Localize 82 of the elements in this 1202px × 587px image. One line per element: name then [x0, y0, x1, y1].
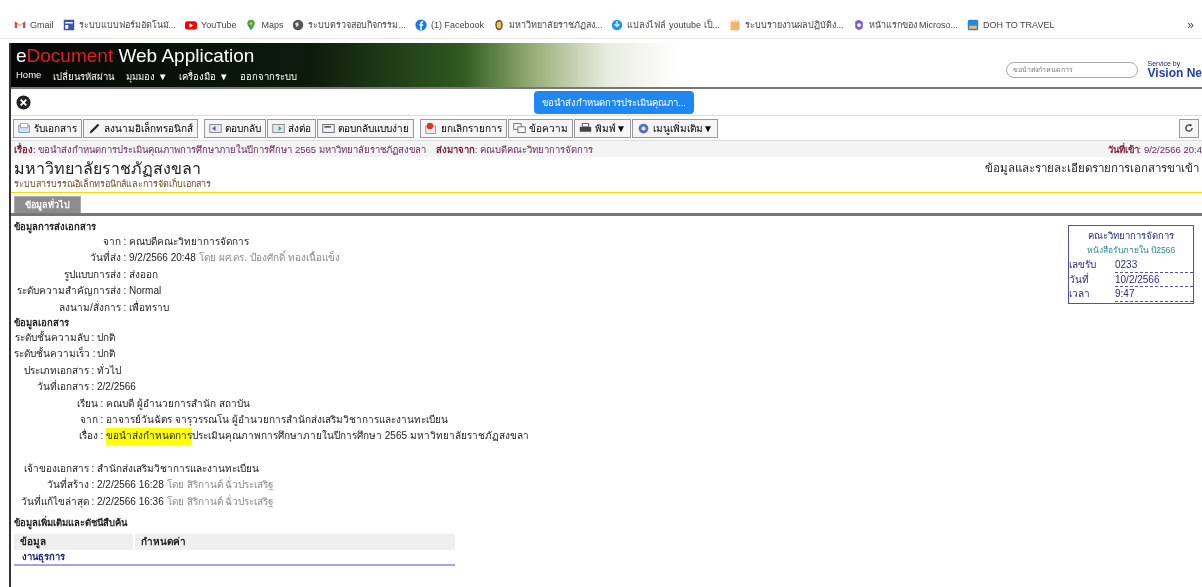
facebook-icon: [414, 19, 427, 31]
message-icon: [513, 121, 526, 135]
maps-icon: [245, 19, 258, 31]
info-row-text: ระดับชั้นความเร็ว :ปกติ: [14, 346, 116, 362]
bookmark-link[interactable]: หน้าแรกของ Microso...: [852, 18, 959, 32]
column-header: ข้อมูล: [14, 534, 135, 551]
gear-icon: [636, 121, 650, 135]
bookmark-link[interactable]: (1) Facebook: [414, 19, 484, 31]
menu-item[interactable]: เปลี่ยนรหัสผ่าน: [53, 69, 115, 84]
stamp-value: 0233: [1115, 258, 1193, 273]
bookmark-link[interactable]: แปลงไฟล์ youtube เป็...: [611, 18, 720, 32]
section-heading: ข้อมูลเอกสาร: [14, 316, 69, 330]
column-header: กำหนดค่า: [140, 535, 186, 550]
toolbar-button[interactable]: ตอบกลับแบบง่าย: [317, 118, 414, 138]
download-icon: [611, 19, 624, 31]
gmail-icon: [14, 19, 26, 31]
group-row: งานธุรการ: [14, 550, 455, 567]
bookmark-link[interactable]: DOH TO TRAVEL: [967, 19, 1055, 31]
cancel-icon: [425, 121, 438, 135]
toolbar-button[interactable]: ยกเลิกรายการ: [420, 118, 507, 138]
page-subtitle: ระบบสารบรรณอิเล็กทรอนิกส์และการจัดเก็บเอกสาร: [13, 178, 212, 191]
refresh-button[interactable]: [1179, 118, 1199, 138]
seal-icon: [492, 19, 505, 31]
pen-icon: [88, 121, 101, 135]
info-row-text: จาก : คณบดีคณะวิทยาการจัดการ: [101, 235, 250, 249]
info-row: เรื่อง : ขอนำส่งกำหนดการประเมินคุณภาพการศึกษาภายในปีการศึกษา 2565 มหาวิทยาลัยราชภัฏสงขลา: [14, 428, 529, 445]
toolbar-button[interactable]: ตอบกลับ: [204, 118, 266, 138]
info-row-text: วันที่เอกสาร : 2/2/2566: [35, 379, 137, 395]
toolbar-button[interactable]: ข้อความ: [508, 118, 573, 138]
reply-icon: [209, 121, 222, 135]
forward-icon: [272, 121, 285, 135]
toolbar-button[interactable]: เมนูเพิ่มเติม▼: [631, 118, 718, 138]
menu-item[interactable]: Home: [16, 69, 42, 84]
stamp-subtitle: หนังสือรับภายใน ปี2566: [1085, 244, 1177, 257]
info-row-text: วันที่ส่ง : 9/2/2566 20:48 โดย ผศ.ดร. ป้องศักดิ์ ทองเนื้อแข็ง: [88, 250, 341, 266]
stamp-value: 9:47: [1115, 287, 1193, 302]
received-date: วันที่เข้า: 9/2/2566 20:4: [1107, 141, 1202, 157]
refresh-icon: [1184, 123, 1194, 133]
page-heading: ข้อมูลและรายละเอียดรายการเอกสารขาเข้า: [985, 161, 1199, 177]
section-heading: ข้อมูลการส่งเอกสาร: [14, 220, 97, 234]
bookmark-link[interactable]: ระบบตรวจสอบกิจกรรม...: [292, 18, 406, 32]
info-row-text: จาก : อาจารย์วันฉัตร จารุวรรณโน ผู้อำนวยการสำนักส่งเสริมวิชาการและงานทะเบียน: [78, 413, 449, 428]
globe-icon: [292, 19, 305, 31]
form-icon: [62, 19, 75, 31]
document-tab[interactable]: ขอนำส่งกำหนดการประเมินคุณภา...: [534, 90, 694, 114]
stamp-value: 10/2/2566: [1115, 272, 1193, 287]
stamp-label: วันที่: [1069, 272, 1090, 287]
toolbar-button[interactable]: พิมพ์▼: [574, 118, 631, 138]
stamp-label: เวลา: [1069, 287, 1091, 301]
menu-item[interactable]: มุมมอง ▼: [126, 69, 168, 84]
section-heading: ข้อมูลเพิ่มเติมและดัชนีสืบค้น: [14, 516, 129, 531]
bookmark-link[interactable]: มหาวิทยาลัยราชภัฏสง...: [492, 18, 603, 32]
bookmark-link[interactable]: ระบบแบบฟอร์มอัตโนมั...: [62, 18, 177, 32]
info-row-text: ลงนาม/สั่งการ : เพื่อทราบ: [57, 299, 170, 315]
close-icon[interactable]: [16, 94, 31, 110]
info-row: ระดับชั้นความลับ : ปกติ: [14, 330, 529, 347]
info-row-text: วันที่แก้ไขล่าสุด : 2/2/2566 16:36 โดย สิริกานต์ ฉั่วประเสริฐ: [19, 493, 276, 510]
app-title: eDocument Web Application: [16, 45, 256, 67]
info-row-text: เรียน : คณบดี ผู้อำนวยการสำนัก สถาบัน: [75, 396, 251, 412]
bookmark-link[interactable]: YouTube: [185, 19, 237, 31]
info-row-text: วันที่สร้าง : 2/2/2566 16:28 โดย สิริกานต์ ฉั่วประเสริฐ: [45, 477, 276, 493]
info-row-text: เจ้าของเอกสาร : สำนักส่งเสริมวิชาการและงานทะเบียน: [22, 461, 260, 476]
subject-text: เรื่อง: ขอนำส่งกำหนดการประเมินคุณภาพการศึกษาภายในปีการศึกษา 2565 มหาวิทยาลัยราชภัฏสงขลา: [14, 141, 426, 157]
toolbar-button[interactable]: ลงนามอิเล็กทรอนิกส์: [83, 118, 198, 138]
youtube-icon: [185, 19, 198, 31]
info-row-text: ประเภทเอกสาร : ทั่วไป: [22, 362, 122, 378]
more-bookmarks-button[interactable]: »: [1187, 18, 1194, 32]
info-row-text: ระดับความสำคัญการส่ง : Normal: [15, 284, 163, 299]
toolbar-button[interactable]: รับเอกสาร: [13, 118, 82, 138]
inbox-icon: [18, 121, 31, 135]
sender-text: ส่งมาจาก: คณบดีคณะวิทยาการจัดการ: [435, 142, 593, 157]
menu-item[interactable]: เครื่องมือ ▼: [179, 69, 229, 84]
page-title: มหาวิทยาลัยราชภัฏสงขลา: [14, 159, 201, 178]
bookmark-link[interactable]: Gmail: [14, 19, 54, 31]
menu-item[interactable]: ออกจากระบบ: [240, 69, 298, 84]
info-row-text: รูปแบบการส่ง : ส่งออก: [62, 267, 159, 283]
stamp-label: เลขรับ: [1069, 258, 1097, 272]
toolbar-button[interactable]: ส่งต่อ: [267, 118, 316, 138]
bookmark-link[interactable]: ระบบรายงานผลปฏิบัติง...: [729, 18, 844, 32]
print-icon: [579, 121, 592, 135]
stamp-title: คณะวิทยาการจัดการ: [1087, 229, 1175, 243]
bookmark-link[interactable]: Maps: [245, 19, 284, 31]
